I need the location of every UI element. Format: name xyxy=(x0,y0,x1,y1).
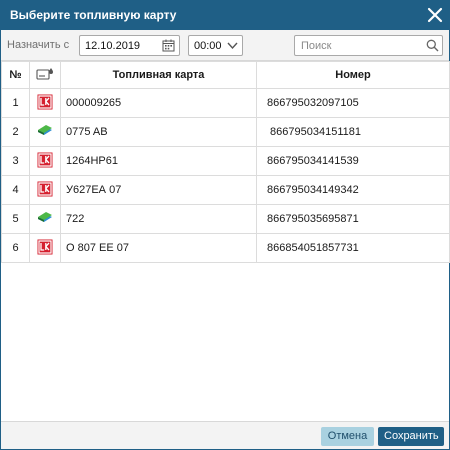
fuel-card-dialog: Выберите топливную карту Назначить с 12.… xyxy=(0,0,450,450)
card-name: 722 xyxy=(60,204,257,234)
card-brand-cell xyxy=(29,88,61,118)
search-field[interactable] xyxy=(294,35,443,56)
card-brand-cell xyxy=(29,117,61,147)
lukoil-logo-icon xyxy=(37,94,53,113)
filter-toolbar: Назначить с 12.10.2019 00:00 xyxy=(1,30,449,61)
card-brand-cell xyxy=(29,233,61,263)
row-index: 5 xyxy=(1,204,30,234)
card-name: 1264НР61 xyxy=(60,146,257,176)
row-index: 4 xyxy=(1,175,30,205)
col-header-card-number[interactable]: Номер xyxy=(256,61,450,89)
card-name: 000009265 xyxy=(60,88,257,118)
col-header-card[interactable]: Топливная карта xyxy=(60,61,257,89)
card-name: У627ЕА 07 xyxy=(60,175,257,205)
table-row[interactable]: 6 О 807 ЕЕ 07 866854051857731 xyxy=(1,233,450,263)
table-row[interactable]: 3 1264НР61 866795034141539 xyxy=(1,146,450,176)
calendar-icon[interactable] xyxy=(162,39,175,55)
green-card-icon xyxy=(37,123,53,142)
date-field[interactable]: 12.10.2019 xyxy=(79,35,180,56)
row-index: 6 xyxy=(1,233,30,263)
card-number: 866795034149342 xyxy=(256,175,450,205)
col-header-type[interactable] xyxy=(29,61,61,89)
card-number: 866795034141539 xyxy=(256,146,450,176)
dialog-titlebar: Выберите топливную карту xyxy=(1,1,449,30)
lukoil-logo-icon xyxy=(37,239,53,258)
time-value: 00:00 xyxy=(194,40,222,52)
chevron-down-icon xyxy=(227,41,238,53)
row-index: 3 xyxy=(1,146,30,176)
time-select[interactable]: 00:00 xyxy=(188,35,243,56)
table-row[interactable]: 2 0775 AB 866795034151181 xyxy=(1,117,450,147)
table-row[interactable]: 4 У627ЕА 07 866795034149342 xyxy=(1,175,450,205)
card-brand-cell xyxy=(29,175,61,205)
search-input[interactable] xyxy=(295,36,420,55)
card-brand-cell xyxy=(29,146,61,176)
assign-from-label: Назначить с xyxy=(7,39,70,51)
row-index: 2 xyxy=(1,117,30,147)
close-icon[interactable] xyxy=(425,5,445,25)
table-row[interactable]: 5 722 866795035695871 xyxy=(1,204,450,234)
row-index: 1 xyxy=(1,88,30,118)
dialog-footer: Отмена Сохранить xyxy=(1,421,449,449)
search-icon[interactable] xyxy=(426,39,439,55)
table-header-row: № Топливная карта Номер xyxy=(1,61,450,89)
lukoil-logo-icon xyxy=(37,181,53,200)
lukoil-logo-icon xyxy=(37,152,53,171)
col-header-number[interactable]: № xyxy=(1,61,30,89)
dialog-title: Выберите топливную карту xyxy=(10,8,177,22)
cancel-button[interactable]: Отмена xyxy=(321,427,374,446)
card-brand-cell xyxy=(29,204,61,234)
fuel-card-table: № Топливная карта Номер 1 000009265 866795… xyxy=(1,61,450,263)
card-name: 0775 AB xyxy=(60,117,257,147)
card-number: 866795034151181 xyxy=(256,117,450,147)
green-card-icon xyxy=(37,210,53,229)
save-button[interactable]: Сохранить xyxy=(378,427,444,446)
card-number: 866795032097105 xyxy=(256,88,450,118)
table-row[interactable]: 1 000009265 866795032097105 xyxy=(1,88,450,118)
date-value: 12.10.2019 xyxy=(85,40,141,52)
card-name: О 807 ЕЕ 07 xyxy=(60,233,257,263)
card-number: 866854051857731 xyxy=(256,233,450,263)
card-type-icon xyxy=(36,67,54,84)
card-number: 866795035695871 xyxy=(256,204,450,234)
